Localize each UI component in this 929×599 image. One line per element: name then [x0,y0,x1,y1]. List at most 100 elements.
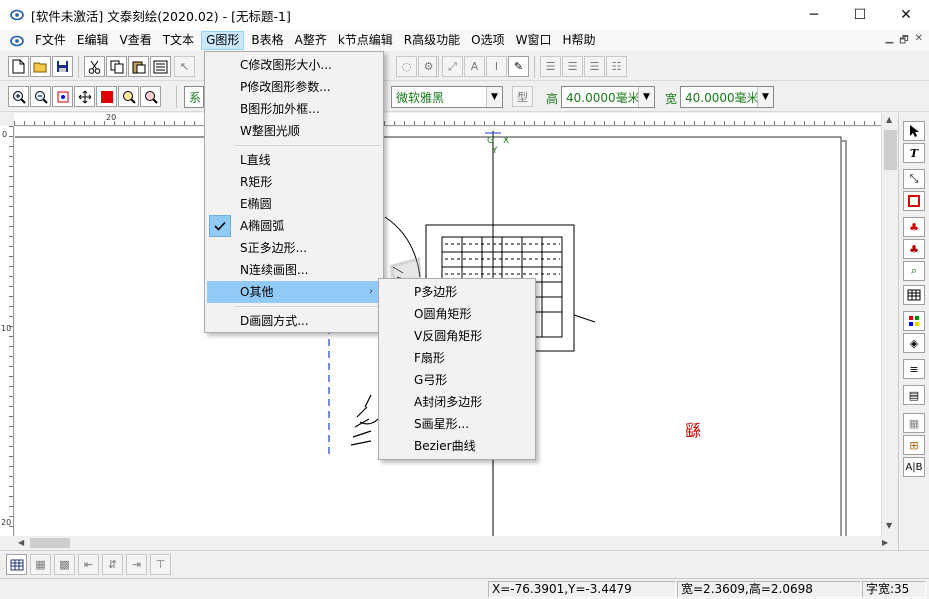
cherry-double-icon[interactable]: ♣ [903,239,925,259]
zoom-all-icon[interactable] [140,86,161,107]
mdi-minimize-button[interactable]: ▁ [886,33,894,50]
submenu-inverse-rounded-rect[interactable]: V反圆角矩形 [381,325,533,347]
node-edit-icon[interactable]: ⤡ [903,169,925,189]
document-icon[interactable] [9,33,25,49]
submenu-segment[interactable]: G弓形 [381,369,533,391]
page-icon[interactable]: ▤ [903,385,925,405]
fit-icon[interactable]: ⤢ [442,56,463,77]
cut-icon[interactable] [84,56,105,77]
menu-rectangle[interactable]: R矩形 [207,171,381,193]
chevron-down-icon[interactable]: ▼ [638,87,654,107]
menu-table[interactable]: B表格 [247,31,287,50]
menu-regular-polygon[interactable]: S正多边形... [207,237,381,259]
table-split-left-icon[interactable]: ⇤ [78,554,99,575]
layers-icon[interactable]: ≡ [903,359,925,379]
cherry-icon[interactable]: ♣ [903,217,925,237]
submenu-rounded-rect[interactable]: O圆角矩形 [381,303,533,325]
menu-options[interactable]: O选项 [467,31,508,50]
table-split-icon[interactable]: ⇵ [102,554,123,575]
zoom-page-icon[interactable] [52,86,73,107]
menu-add-frame[interactable]: B图形加外框... [207,98,381,120]
menu-help[interactable]: H帮助 [558,31,599,50]
font-select[interactable]: 微软雅黑 ▼ [391,86,503,108]
minimize-button[interactable]: ─ [791,0,837,30]
zoom-out-icon[interactable] [30,86,51,107]
menu-graphics[interactable]: G图形 [201,31,245,50]
close-button[interactable]: ✕ [883,0,929,30]
mdi-restore-button[interactable]: 🗗 [899,33,908,50]
paste-icon[interactable] [128,56,149,77]
fill-bucket-icon[interactable]: ◈ [903,333,925,353]
text-frame-icon[interactable]: A [464,56,485,77]
menu-other[interactable]: O其他 › [207,281,381,303]
open-folder-icon[interactable] [30,56,51,77]
menu-ellipse[interactable]: E椭圆 [207,193,381,215]
menu-smooth[interactable]: W整图光顺 [207,120,381,142]
vertical-scrollbar[interactable]: ▲ ▼ [881,113,898,536]
scroll-left-icon[interactable]: ◀ [18,538,24,547]
export-icon[interactable]: ⊞ [903,435,925,455]
bulb-icon[interactable]: ◌ [396,56,417,77]
submenu-polygon[interactable]: P多边形 [381,281,533,303]
justify-icon[interactable]: ☷ [606,56,627,77]
table-merge-icon[interactable]: ▩ [54,554,75,575]
menu-node-edit[interactable]: k节点编辑 [334,31,397,50]
save-icon[interactable] [52,56,73,77]
table-split-right-icon[interactable]: ⇥ [126,554,147,575]
font-style-button[interactable]: 型 [512,86,533,107]
table-row-icon[interactable]: ⊤ [150,554,171,575]
horizontal-scroll-thumb[interactable] [30,538,70,548]
menu-shape-params[interactable]: P修改图形参数... [207,76,381,98]
height-input[interactable]: 40.0000毫米 ▼ [561,86,655,108]
zoom-select-icon[interactable] [118,86,139,107]
rect-tool-icon[interactable] [903,191,925,211]
menu-line[interactable]: L直线 [207,149,381,171]
menu-window[interactable]: W窗口 [512,31,556,50]
system-select[interactable]: 系 [184,86,204,108]
submenu-sector[interactable]: F扇形 [381,347,533,369]
vertical-text-icon[interactable]: I [486,56,507,77]
text-tool-icon[interactable]: T [903,143,925,163]
select-arrow-icon[interactable] [903,121,925,141]
menu-advanced[interactable]: R高级功能 [400,31,464,50]
menu-continuous-draw[interactable]: N连续画图... [207,259,381,281]
align-left-icon[interactable]: ☰ [540,56,561,77]
copy-icon[interactable] [106,56,127,77]
color-grid-icon[interactable] [903,311,925,331]
menu-file[interactable]: F文件 [31,31,70,50]
maximize-button[interactable]: ☐ [837,0,883,30]
menu-edit[interactable]: E编辑 [73,31,113,50]
text-ab-icon[interactable]: A|B [903,457,925,477]
chevron-down-icon[interactable]: ▼ [486,87,502,107]
scroll-down-icon[interactable]: ▼ [886,521,892,530]
table-insert-icon[interactable] [6,554,27,575]
node-tool-icon[interactable]: ↖ [174,56,195,77]
menu-elliptic-arc[interactable]: A椭圆弧 [207,215,381,237]
menu-align[interactable]: A整齐 [291,31,331,50]
red-text-object[interactable]: 繇 [685,417,701,441]
print-preview-icon[interactable] [150,56,171,77]
vertical-scroll-thumb[interactable] [884,130,897,170]
chevron-down-icon[interactable]: ▼ [757,87,773,107]
menu-resize-shape[interactable]: C修改图形大小... [207,54,381,76]
menu-circle-mode[interactable]: D画圆方式... [207,310,381,332]
shape-search-icon[interactable]: ⌕ [903,261,925,281]
submenu-closed-polygon[interactable]: A封闭多边形 [381,391,533,413]
align-center-icon[interactable]: ☰ [562,56,583,77]
new-file-icon[interactable] [8,56,29,77]
horizontal-scrollbar[interactable]: ◀ ▶ [14,536,898,550]
pan-icon[interactable] [74,86,95,107]
color-fill-icon[interactable] [96,86,117,107]
edit-text-icon[interactable]: ✎ [508,56,529,77]
stack-icon[interactable]: ▦ [903,413,925,433]
scroll-up-icon[interactable]: ▲ [886,115,892,124]
align-right-icon[interactable]: ☰ [584,56,605,77]
mdi-close-button[interactable]: ✕ [915,33,923,50]
menu-view[interactable]: V查看 [116,31,156,50]
scroll-right-icon[interactable]: ▶ [882,538,888,547]
submenu-star[interactable]: S画星形... [381,413,533,435]
width-input[interactable]: 40.0000毫米 ▼ [680,86,774,108]
table-tool-icon[interactable] [903,285,925,305]
zoom-in-icon[interactable] [8,86,29,107]
table-cell-icon[interactable]: ▦ [30,554,51,575]
